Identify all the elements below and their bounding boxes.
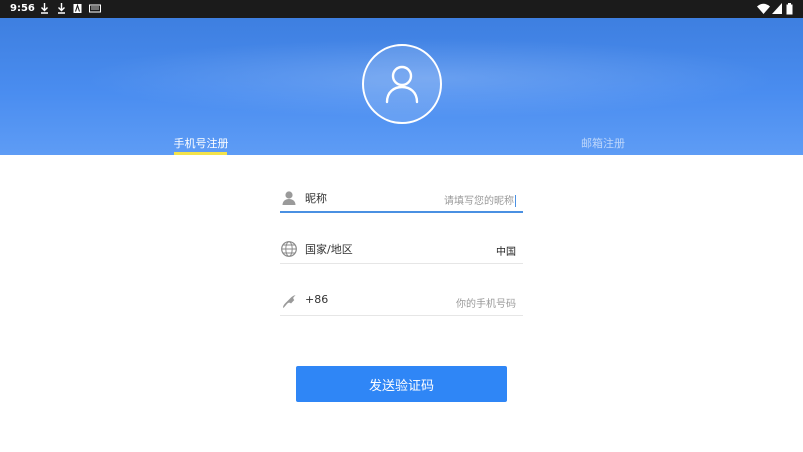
person-icon bbox=[280, 189, 298, 207]
region-label: 国家/地区 bbox=[305, 243, 353, 256]
phone-underline bbox=[280, 315, 523, 316]
tab-phone-register[interactable]: 手机号注册 bbox=[170, 135, 232, 151]
wifi-icon bbox=[757, 3, 770, 15]
nickname-placeholder: 请填写您的昵称 bbox=[444, 196, 514, 207]
status-bar: 9:56 bbox=[0, 0, 803, 18]
sd-card-icon bbox=[89, 3, 101, 14]
region-field[interactable]: 国家/地区 中国 bbox=[280, 234, 523, 264]
nickname-field[interactable]: 昵称 请填写您的昵称 bbox=[280, 183, 523, 213]
avatar[interactable] bbox=[362, 44, 442, 124]
globe-icon bbox=[280, 240, 298, 258]
nickname-underline bbox=[280, 211, 523, 213]
download-icon bbox=[40, 3, 49, 14]
tab-active-indicator bbox=[174, 152, 227, 155]
status-time: 9:56 bbox=[10, 3, 35, 14]
phone-icon bbox=[280, 292, 298, 310]
battery-icon bbox=[786, 3, 793, 15]
download-icon bbox=[57, 3, 66, 14]
region-underline bbox=[280, 263, 523, 264]
nickname-input[interactable]: 请填写您的昵称 bbox=[444, 192, 516, 207]
header-banner: 手机号注册 邮箱注册 bbox=[0, 18, 803, 155]
person-icon bbox=[385, 65, 419, 104]
text-caret bbox=[515, 195, 516, 207]
send-code-button[interactable]: 发送验证码 bbox=[296, 366, 507, 402]
a-badge-icon bbox=[73, 3, 82, 14]
country-code: +86 bbox=[305, 293, 329, 306]
tab-email-register[interactable]: 邮箱注册 bbox=[575, 135, 631, 151]
phone-field[interactable]: +86 你的手机号码 bbox=[280, 286, 523, 316]
phone-input[interactable]: 你的手机号码 bbox=[456, 295, 516, 310]
signal-icon bbox=[772, 3, 782, 15]
nickname-label: 昵称 bbox=[305, 192, 327, 205]
region-value: 中国 bbox=[496, 247, 516, 258]
